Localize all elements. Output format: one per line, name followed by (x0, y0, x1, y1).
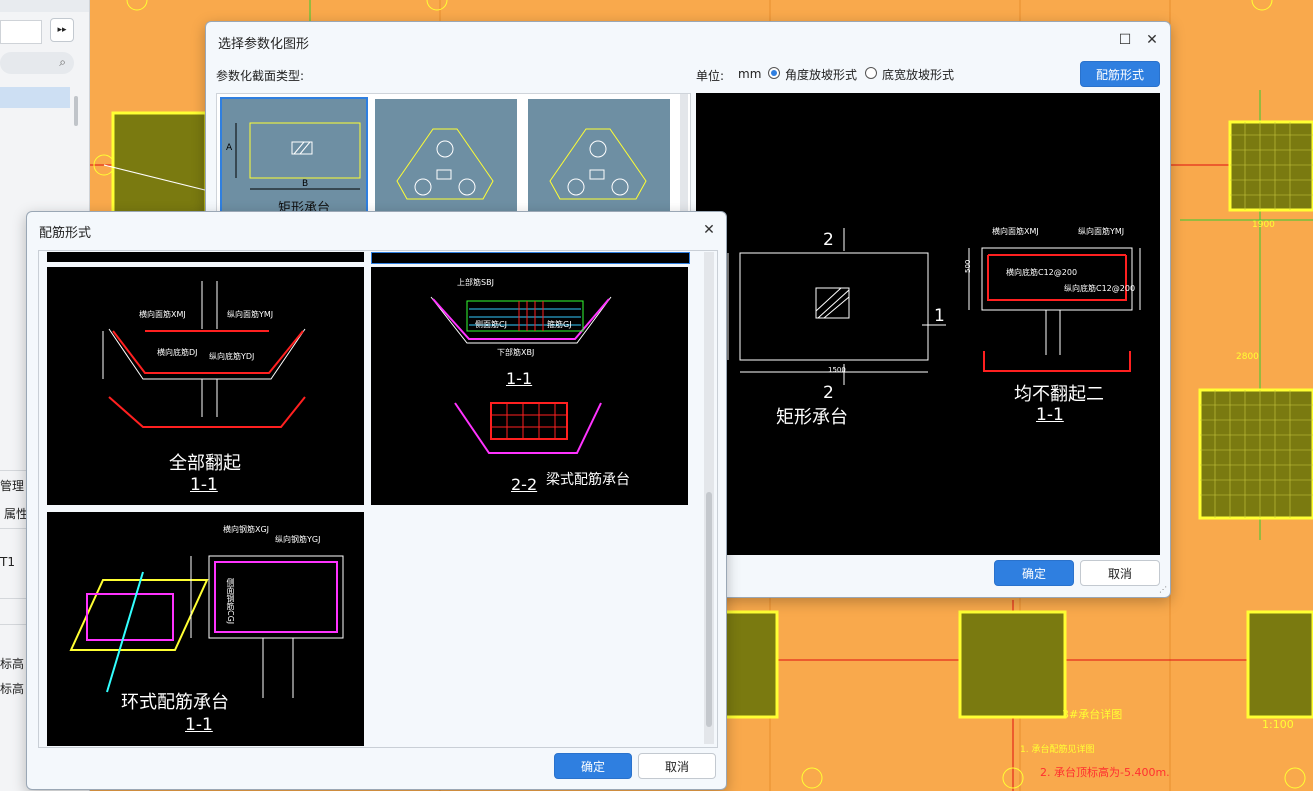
cad-scale: 1:100 (1262, 718, 1294, 731)
unit-value: mm (738, 67, 762, 81)
preview-section-mark-side: 1 (934, 306, 945, 326)
left-panel-header (0, 0, 89, 12)
card3-label-h: 横向钢筋XGJ (223, 525, 270, 534)
preview-dim-h: 1500 (828, 366, 846, 374)
card3-name: 环式配筋承台 (121, 692, 229, 713)
param-dialog-title: 选择参数化图形 (218, 37, 310, 52)
rebar-card-top-partial-1[interactable] (47, 252, 364, 262)
card1-label-hmj: 横向面筋XMJ (139, 310, 186, 319)
card2-label-top: 上部筋SBJ (457, 278, 494, 287)
maximize-icon[interactable]: ☐ (1115, 30, 1135, 50)
param-preview: 2 1 2 1500 1500 矩形承台 均不翻起二 1-1 横向面筋XMJ 纵… (696, 93, 1160, 555)
left-panel-field[interactable] (0, 20, 42, 44)
card1-label-hdj: 横向底筋DJ (157, 348, 198, 357)
param-ok-button[interactable]: 确定 (994, 560, 1074, 586)
close-icon[interactable]: ✕ (1142, 30, 1162, 50)
radio-angle-label[interactable]: 角度放坡形式 (785, 66, 857, 83)
rebar-card-all-bent[interactable]: 横向面筋XMJ 纵向面筋YMJ 横向底筋DJ 纵向底筋YDJ 全部翻起 1-1 (47, 267, 364, 505)
preview-label-vmj: 纵向面筋YMJ (1078, 227, 1125, 236)
card2-name: 梁式配筋承台 (546, 472, 630, 488)
rebar-form-button[interactable]: 配筋形式 (1080, 61, 1160, 87)
card1-section: 1-1 (190, 475, 218, 495)
thumb-triangle-cap-2[interactable] (528, 99, 670, 213)
rebar-card-ring[interactable]: 横向钢筋XGJ 纵向钢筋YGJ 侧面钢筋CGJ 环式配筋承台 1-1 (47, 512, 364, 746)
left-item-elevation-1[interactable]: 标高 (0, 655, 24, 672)
cad-note-1: 1. 承台配筋见详图 (1020, 745, 1095, 755)
rebar-dialog-title: 配筋形式 (39, 226, 92, 241)
card3-label-side: 侧面钢筋CGJ (226, 578, 235, 625)
radio-angle-slope[interactable] (768, 67, 780, 79)
rebar-cancel-button[interactable]: 取消 (638, 753, 716, 779)
expand-button[interactable]: ▸▸ (50, 18, 74, 42)
left-search-input[interactable]: ⌕ (0, 52, 74, 74)
left-item-t1[interactable]: T1 (0, 555, 15, 569)
search-icon: ⌕ (59, 55, 66, 69)
preview-dim-500: 500 (964, 259, 972, 273)
thumb-dim-b: B (302, 179, 309, 189)
rebar-form-dialog: 配筋形式 ✕ 横向面筋XMJ 纵向面筋YMJ 横向底筋DJ 纵向底筋YDJ 全部… (26, 211, 727, 790)
preview-shape-name: 矩形承台 (776, 407, 848, 428)
card1-label-vmj: 纵向面筋YMJ (227, 310, 274, 319)
unit-label: 单位: (696, 69, 725, 83)
thumb-rect-cap[interactable]: A B 矩形承台 (220, 97, 368, 216)
card2-section-b: 2-2 (511, 475, 538, 494)
thumb-triangle-cap-1[interactable] (375, 99, 517, 213)
preview-label-vdj: 纵向底筋C12@200 (1064, 284, 1136, 293)
card2-section-a: 1-1 (506, 369, 533, 388)
preview-drawing (727, 228, 1141, 385)
card3-section: 1-1 (185, 715, 213, 735)
cad-dim-2800: 2800 (1236, 352, 1259, 362)
thumb-tri2-drawing (549, 128, 647, 200)
card2-label-side: 侧面筋CJ (475, 320, 507, 329)
thumb-scrollbar[interactable] (680, 94, 688, 212)
preview-section-mark-top: 2 (823, 230, 834, 250)
cad-dim-1900: 1900 (1252, 220, 1275, 230)
rebar-card-beam[interactable]: 上部筋SBJ 侧面筋CJ 箍筋GJ 下部筋XBJ 1-1 2-2 梁式配筋承台 (371, 267, 688, 505)
left-item-props[interactable]: 属性 (4, 505, 28, 522)
cad-note-2: 2. 承台顶标高为-5.400m. (1040, 766, 1170, 779)
left-panel-scrollbar[interactable] (74, 96, 78, 126)
rebar-close-icon[interactable]: ✕ (699, 220, 719, 240)
card3-label-v: 纵向钢筋YGJ (275, 535, 321, 544)
rebar-card-top-partial-2[interactable] (371, 252, 690, 264)
card2-label-bottom: 下部筋XBJ (497, 348, 535, 357)
card1-label-vdj: 纵向底筋YDJ (209, 352, 255, 361)
left-item-manage[interactable]: 管理 (0, 477, 24, 494)
thumb-tri1-drawing (396, 128, 494, 200)
left-item-elevation-2[interactable]: 标高 (0, 680, 24, 697)
preview-rebar-name: 均不翻起二 (1014, 384, 1104, 405)
radio-width-slope[interactable] (865, 67, 877, 79)
rebar-list-scrollthumb[interactable] (706, 492, 712, 727)
rebar-ok-button[interactable]: 确定 (554, 753, 632, 779)
resize-grip-icon[interactable]: ⋰ (1159, 585, 1167, 594)
card2-label-stirrup: 箍筋GJ (547, 320, 572, 329)
rebar-list-scrollbar[interactable] (704, 252, 714, 744)
thumb-dim-a: A (226, 143, 233, 153)
card1-name: 全部翻起 (169, 453, 241, 474)
left-panel-selected-row[interactable] (0, 87, 70, 108)
preview-section-mark-bottom: 2 (823, 383, 834, 403)
section-type-label: 参数化截面类型: (216, 69, 305, 83)
cad-note-title: 3#承台详图 (1062, 708, 1123, 721)
preview-label-hdj: 横向底筋C12@200 (1006, 268, 1078, 277)
preview-label-hmj: 横向面筋XMJ (992, 227, 1039, 236)
thumb-rect-drawing (235, 122, 361, 190)
radio-width-label[interactable]: 底宽放坡形式 (882, 66, 954, 83)
param-cancel-button[interactable]: 取消 (1080, 560, 1160, 586)
preview-section-name: 1-1 (1036, 405, 1064, 425)
